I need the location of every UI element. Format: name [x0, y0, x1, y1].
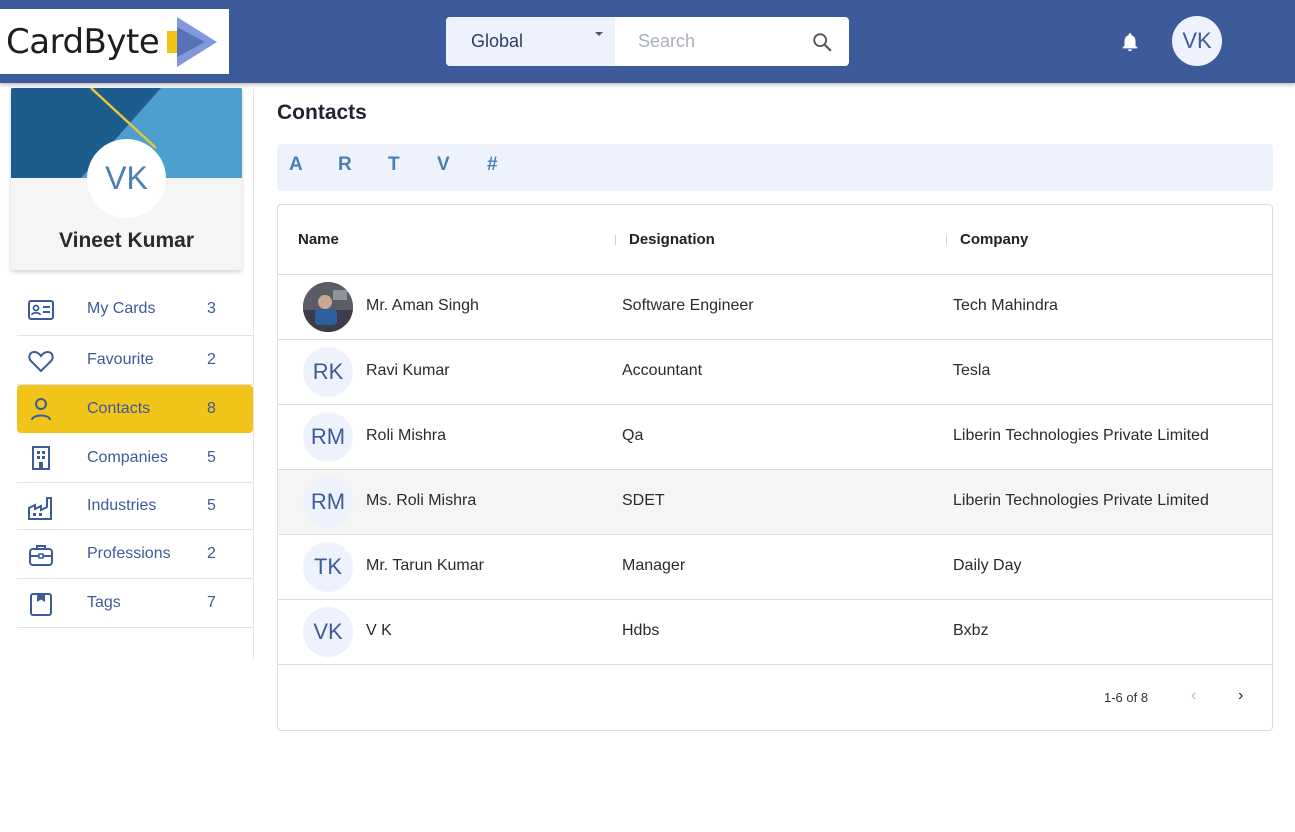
sidebar-item-professions[interactable]: Professions 2 [17, 530, 253, 579]
sidebar-item-label: Companies [87, 448, 168, 466]
column-header-name[interactable]: Name [298, 231, 339, 248]
table-row[interactable]: TK Mr. Tarun Kumar Manager Daily Day [278, 535, 1272, 600]
table-row[interactable]: Mr. Aman Singh Software Engineer Tech Ma… [278, 275, 1272, 340]
alpha-filter-r[interactable]: R [338, 154, 352, 176]
contact-name: Mr. Aman Singh [366, 297, 479, 314]
sidebar-nav: My Cards 3 Favourite 2 Contacts 8 Compan… [17, 283, 253, 628]
table-row[interactable]: RM Roli Mishra Qa Liberin Technologies P… [278, 405, 1272, 470]
contact-designation: Manager [622, 557, 686, 574]
sidebar-item-count: 7 [207, 594, 216, 611]
search-input[interactable] [638, 31, 808, 52]
tag-icon [30, 593, 52, 616]
contact-designation: Qa [622, 427, 644, 444]
alpha-filter-hash[interactable]: # [487, 154, 498, 176]
sidebar-item-label: Tags [87, 594, 121, 611]
contact-name: V K [366, 622, 392, 639]
search-field-wrap [615, 17, 849, 66]
sidebar-item-label: My Cards [87, 300, 156, 317]
scope-select[interactable]: Global [446, 17, 615, 66]
contact-avatar: RK [303, 347, 353, 397]
caret-down-icon [595, 32, 603, 36]
sidebar-item-count: 5 [207, 497, 216, 514]
alpha-filter-t[interactable]: T [388, 154, 400, 176]
app-header: CardByte Global VK [0, 0, 1295, 83]
sidebar-item-count: 2 [207, 351, 216, 368]
table-row[interactable]: VK V K Hdbs Bxbz [278, 600, 1272, 665]
sidebar-item-industries[interactable]: Industries 5 [17, 483, 253, 530]
contact-photo-image [303, 282, 353, 332]
building-icon [32, 446, 50, 470]
contact-avatar: RM [303, 412, 353, 462]
profile-card: VK Vineet Kumar [11, 88, 242, 270]
contact-name: Mr. Tarun Kumar [366, 557, 484, 574]
table-row[interactable]: RM Ms. Roli Mishra SDET Liberin Technolo… [278, 470, 1272, 535]
alpha-filter-v[interactable]: V [437, 154, 450, 176]
contact-company: Tech Mahindra [953, 297, 1058, 314]
chevron-right-icon[interactable]: › [1238, 687, 1243, 705]
alpha-filter-a[interactable]: A [289, 154, 303, 176]
sidebar-item-label: Contacts [87, 400, 151, 417]
factory-icon [28, 497, 52, 520]
sidebar-item-count: 5 [207, 448, 216, 466]
person-icon [31, 398, 51, 421]
contact-name: Ms. Roli Mishra [366, 492, 477, 509]
table-header: Name Designation Company [278, 205, 1272, 275]
column-header-designation[interactable]: Designation [629, 231, 715, 248]
id-card-icon [28, 300, 54, 320]
search-icon[interactable] [811, 31, 833, 53]
contact-name: Ravi Kumar [366, 362, 450, 379]
page-title: Contacts [277, 101, 367, 124]
contact-company: Daily Day [953, 557, 1022, 574]
contact-avatar: TK [303, 542, 353, 592]
contact-name: Roli Mishra [366, 427, 447, 444]
contact-company: Bxbz [953, 622, 989, 639]
sidebar-item-companies[interactable]: Companies 5 [17, 433, 253, 483]
logo-text: CardByte [6, 21, 160, 62]
sidebar-item-count: 3 [207, 300, 216, 317]
contacts-table: Name Designation Company Mr. Aman Singh … [277, 204, 1273, 731]
table-row[interactable]: RK Ravi Kumar Accountant Tesla [278, 340, 1272, 405]
contact-designation: SDET [622, 492, 665, 509]
column-separator [946, 235, 947, 245]
contact-photo [303, 282, 353, 332]
profile-avatar: VK [87, 139, 166, 218]
user-avatar[interactable]: VK [1172, 16, 1222, 66]
contact-designation: Hdbs [622, 622, 660, 639]
contact-company: Tesla [953, 362, 991, 379]
sidebar-item-my-cards[interactable]: My Cards 3 [17, 283, 253, 336]
pagination-range: 1-6 of 8 [1104, 690, 1149, 705]
briefcase-icon [29, 545, 53, 566]
sidebar-item-tags[interactable]: Tags 7 [17, 579, 253, 628]
sidebar-divider [253, 88, 254, 659]
chevron-left-icon[interactable]: ‹ [1191, 687, 1196, 705]
bell-icon[interactable] [1119, 30, 1141, 54]
contact-company: Liberin Technologies Private Limited [953, 427, 1209, 444]
logo-play-icon [167, 16, 218, 67]
scope-value: Global [471, 31, 524, 51]
sidebar-item-count: 2 [207, 545, 216, 562]
sidebar-item-contacts[interactable]: Contacts 8 [17, 385, 253, 433]
profile-name: Vineet Kumar [59, 229, 194, 252]
sidebar-item-label: Professions [87, 545, 171, 562]
logo[interactable]: CardByte [0, 9, 229, 74]
search-bar: Global [446, 17, 849, 66]
sidebar-item-label: Industries [87, 497, 157, 514]
heart-icon [28, 350, 54, 373]
sidebar-item-label: Favourite [87, 351, 154, 368]
contact-avatar: VK [303, 607, 353, 657]
contact-company: Liberin Technologies Private Limited [953, 492, 1209, 509]
contact-designation: Software Engineer [622, 297, 754, 314]
contact-designation: Accountant [622, 362, 703, 379]
alphabet-filter: A R T V # [277, 144, 1273, 191]
column-header-company[interactable]: Company [960, 231, 1028, 248]
sidebar-item-favourite[interactable]: Favourite 2 [17, 336, 253, 385]
contact-avatar: RM [303, 477, 353, 527]
column-separator [615, 235, 616, 245]
sidebar-item-count: 8 [207, 400, 216, 417]
